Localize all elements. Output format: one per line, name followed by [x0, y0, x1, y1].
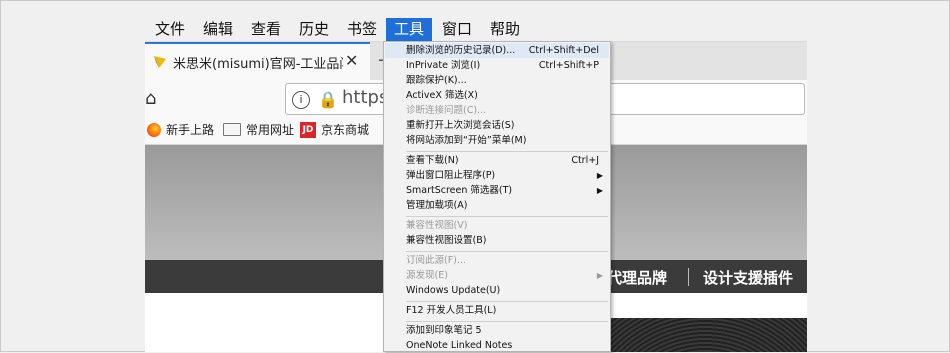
menu-item-tracking-protection[interactable]: 跟踪保护(K)... — [385, 73, 609, 88]
site-nav-brands[interactable]: 代理品牌 — [607, 267, 667, 288]
menu-item-windows-update[interactable]: Windows Update(U) — [385, 283, 609, 298]
folder-icon — [223, 123, 241, 136]
tab-close-icon[interactable]: ✕ — [345, 51, 358, 70]
menu-item-diagnose: 诊断连接问题(C)... — [406, 105, 487, 116]
menu-window[interactable]: 窗口 — [434, 18, 480, 41]
home-icon[interactable]: ⌂ — [145, 88, 156, 109]
record-image — [600, 318, 807, 352]
menu-file[interactable]: 文件 — [147, 18, 193, 41]
menu-item-downloads[interactable]: 查看下载(N) Ctrl+J — [385, 153, 609, 168]
bookmark-jd[interactable]: JD 京东商城 — [300, 121, 369, 138]
site-nav-divider — [688, 268, 689, 286]
menu-history[interactable]: 历史 — [291, 18, 337, 41]
menu-item-add-to-start[interactable]: 将网站添加到“开始”菜单(M) — [385, 133, 609, 148]
tools-dropdown-menu: 删除浏览的历史记录(D)... Ctrl+Shift+Del InPrivate … — [383, 41, 611, 352]
tab-misumi[interactable]: 米思米(misumi)官网-工业品闪购 ✕ — [145, 42, 370, 80]
menu-item-feed-discovery: 源发现(E) ▶ — [406, 270, 603, 281]
menu-view[interactable]: 查看 — [243, 18, 289, 41]
menu-divider — [406, 251, 608, 252]
menu-bar: 文件 编辑 查看 历史 书签 工具 窗口 帮助 — [145, 18, 807, 42]
bookmark-label: 新手上路 — [166, 123, 215, 137]
site-favicon-icon — [154, 56, 166, 68]
menu-item-compat-settings[interactable]: 兼容性视图设置(B) — [385, 233, 609, 248]
menu-help[interactable]: 帮助 — [482, 18, 528, 41]
menu-item-smartscreen[interactable]: SmartScreen 筛选器(T) ▶ — [385, 183, 609, 198]
menu-edit[interactable]: 编辑 — [195, 18, 241, 41]
bookmark-common-sites[interactable]: 常用网址 — [223, 121, 294, 138]
submenu-arrow-icon: ▶ — [596, 271, 603, 280]
site-nav-plugins[interactable]: 设计支援插件 — [703, 267, 793, 288]
menu-item-onenote[interactable]: OneNote Linked Notes — [385, 338, 609, 353]
menu-item-subscribe-feed: 订阅此源(F)... — [406, 255, 466, 266]
menu-item-reopen-session[interactable]: 重新打开上次浏览会话(S) — [385, 118, 609, 133]
menu-item-delete-history[interactable]: 删除浏览的历史记录(D)... Ctrl+Shift+Del — [385, 43, 609, 58]
submenu-arrow-icon: ▶ — [596, 186, 603, 195]
menu-item-compat-view: 兼容性视图(V) — [406, 220, 468, 231]
bookmark-getting-started[interactable]: 新手上路 — [147, 121, 214, 138]
tab-title: 米思米(misumi)官网-工业品闪购 — [173, 57, 343, 72]
menu-item-evernote[interactable]: 添加到印象笔记 5 — [385, 323, 609, 338]
menu-divider — [406, 216, 608, 217]
menu-item-popup-blocker[interactable]: 弹出窗口阻止程序(P) ▶ — [385, 168, 609, 183]
menu-divider — [406, 321, 608, 322]
menu-item-f12-devtools[interactable]: F12 开发人员工具(L) — [385, 303, 609, 318]
menu-item-manage-addons[interactable]: 管理加载项(A) — [385, 198, 609, 213]
firefox-icon — [147, 122, 161, 137]
submenu-arrow-icon: ▶ — [596, 171, 603, 180]
menu-bookmarks[interactable]: 书签 — [339, 18, 385, 41]
menu-divider — [406, 151, 608, 152]
menu-divider — [406, 301, 608, 302]
jd-icon: JD — [300, 121, 316, 138]
bookmark-label: 常用网址 — [246, 123, 295, 137]
menu-item-inprivate[interactable]: InPrivate 浏览(I) Ctrl+Shift+P — [385, 58, 609, 73]
info-icon[interactable]: i — [292, 91, 310, 109]
menu-tools[interactable]: 工具 — [386, 18, 433, 41]
bookmark-label: 京东商城 — [321, 123, 370, 137]
lock-icon: 🔒 — [318, 90, 338, 109]
menu-item-activex-filter[interactable]: ActiveX 筛选(X) — [385, 88, 609, 103]
